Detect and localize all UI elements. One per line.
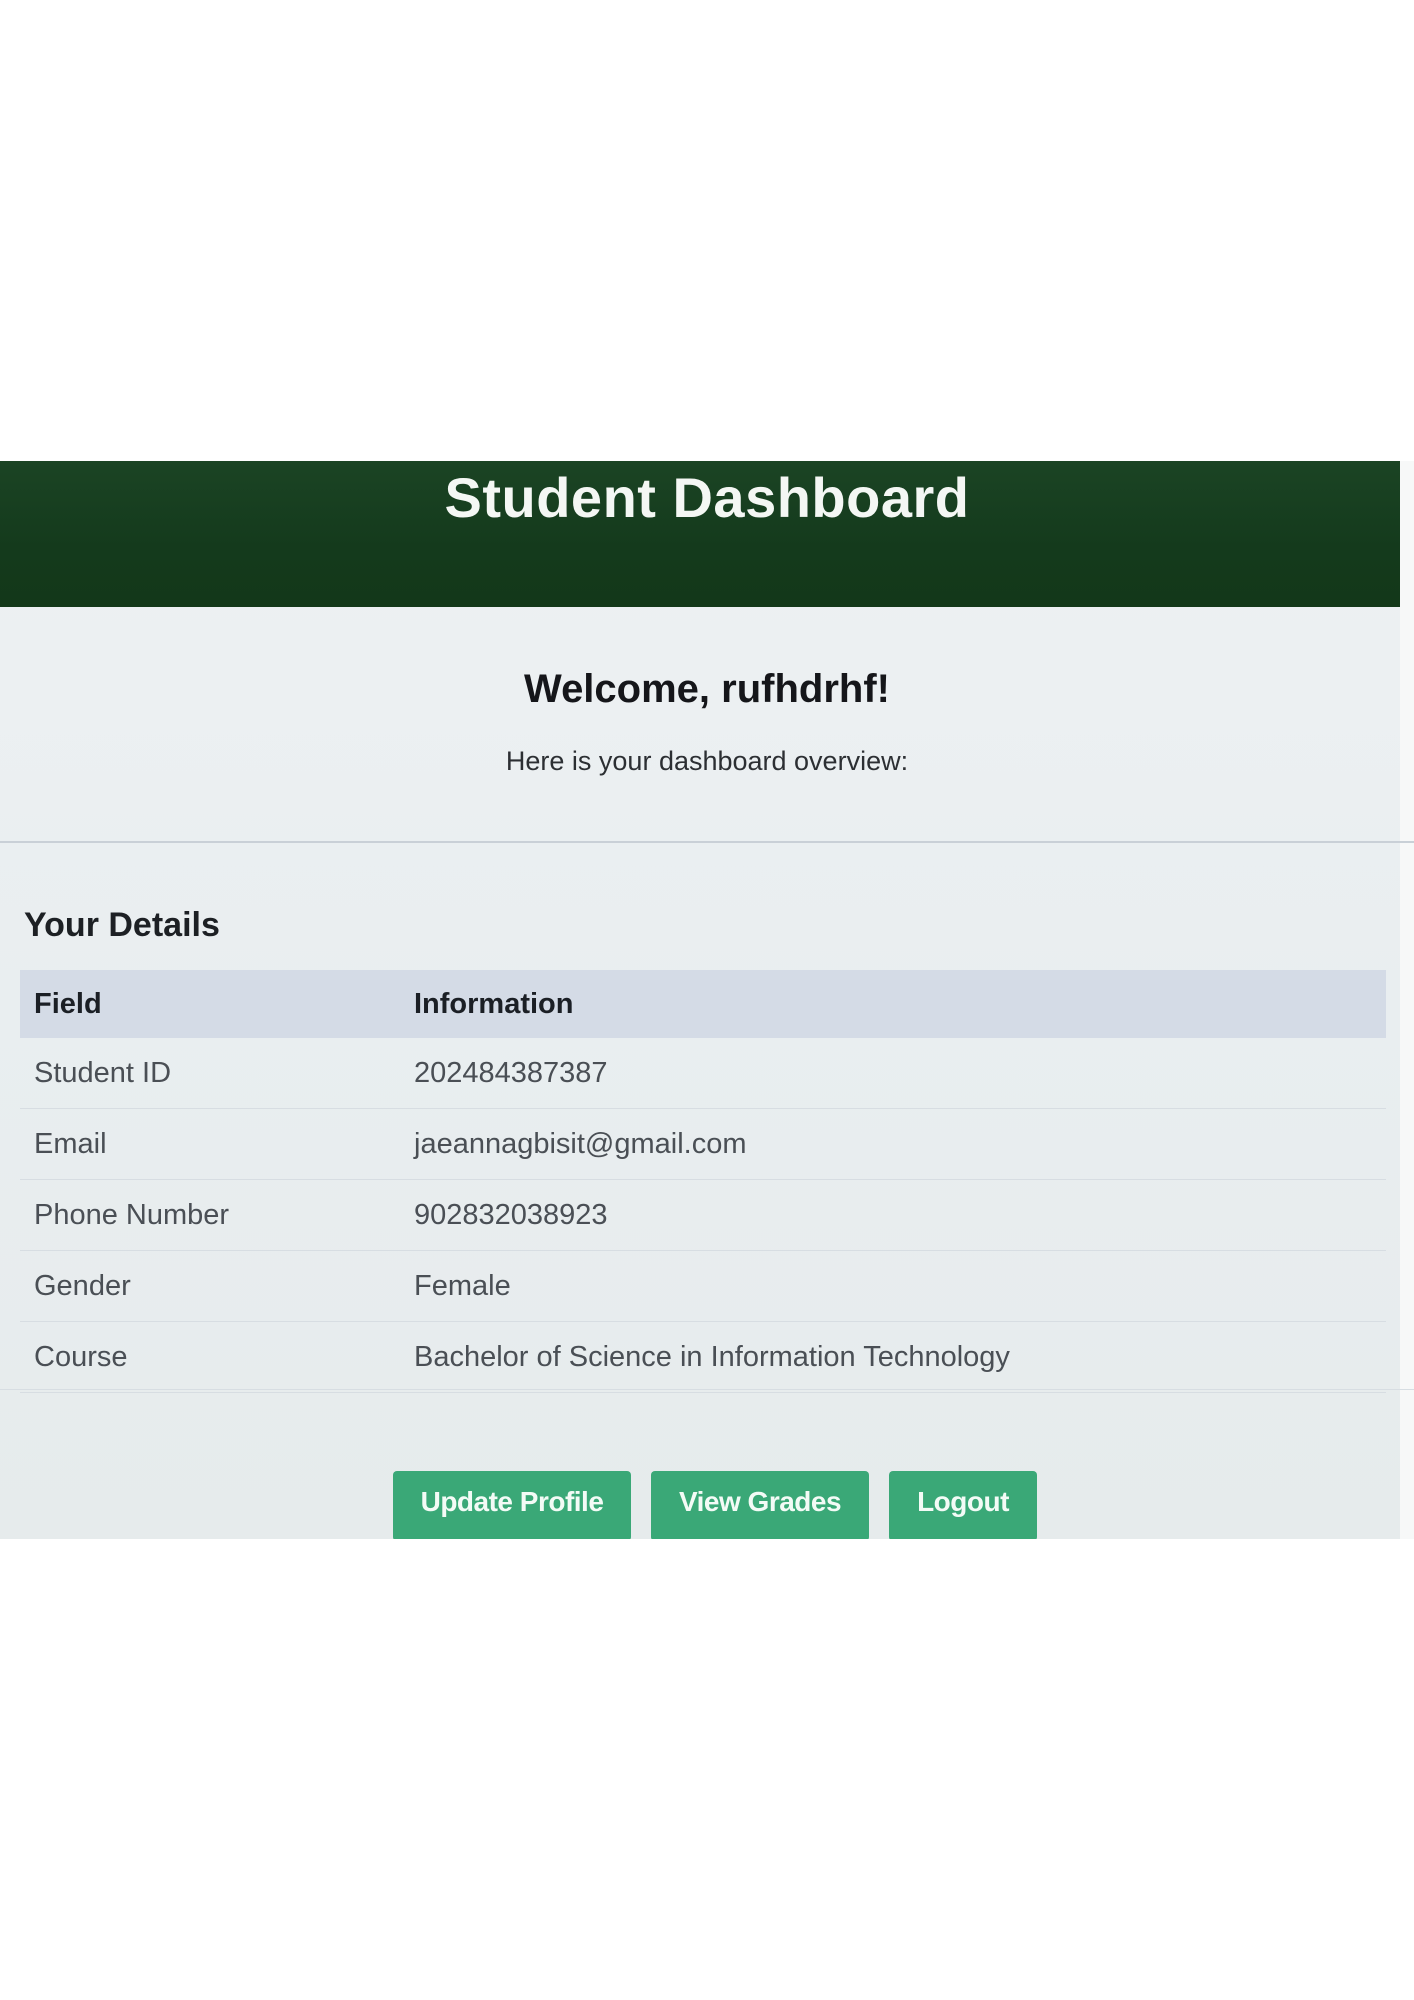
update-profile-button[interactable]: Update Profile [393,1471,631,1539]
logout-button[interactable]: Logout [889,1471,1037,1539]
details-title: Your Details [24,906,220,944]
header-bar: Student Dashboard [0,461,1400,607]
field-label: Course [34,1341,128,1373]
table-row: Gender Female [20,1251,1386,1322]
field-label: Email [34,1128,107,1160]
table-header-row: Field Information [20,970,1386,1038]
details-table: Field Information Student ID 20248438738… [20,970,1386,1393]
table-row: Course Bachelor of Science in Informatio… [20,1322,1386,1393]
field-label: Gender [34,1270,131,1302]
view-grades-button[interactable]: View Grades [651,1471,869,1539]
field-value: 202484387387 [414,1057,608,1089]
table-row: Phone Number 902832038923 [20,1180,1386,1251]
table-row: Student ID 202484387387 [20,1038,1386,1109]
field-label: Phone Number [34,1199,230,1231]
field-value: Bachelor of Science in Information Techn… [414,1341,1010,1373]
welcome-heading: Welcome, rufhdrhf! [524,667,890,711]
field-value: jaeannagbisit@gmail.com [414,1128,747,1160]
column-header-information: Information [414,988,574,1020]
field-value: Female [414,1270,511,1302]
column-header-field: Field [34,988,102,1020]
dashboard-screen: Student Dashboard Welcome, rufhdrhf! Her… [0,461,1414,1539]
field-label: Student ID [34,1057,172,1089]
field-value: 902832038923 [414,1199,608,1231]
screen-edge [1400,461,1414,1539]
divider [0,841,1414,843]
divider [0,1389,1414,1390]
page-title: Student Dashboard [444,466,970,529]
welcome-subtitle: Here is your dashboard overview: [505,746,909,776]
table-row: Email jaeannagbisit@gmail.com [20,1109,1386,1180]
